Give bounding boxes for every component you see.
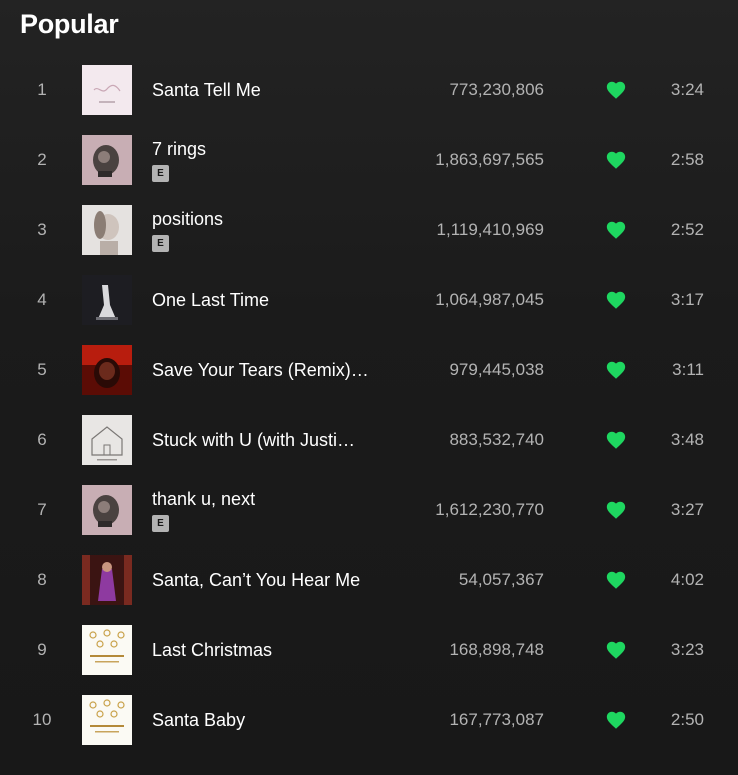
album-cover	[82, 485, 132, 535]
play-count: 1,863,697,565	[435, 150, 544, 169]
track-duration: 2:58	[670, 150, 704, 169]
explicit-badge: E	[152, 515, 169, 532]
album-cover	[82, 555, 132, 605]
track-row[interactable]: 7 thank u, next E 1,612,230,770 3:27	[0, 475, 738, 545]
play-count: 1,064,987,045	[435, 290, 544, 309]
play-count: 883,532,740	[449, 430, 544, 449]
explicit-badge: E	[152, 165, 169, 182]
liked-heart-icon[interactable]	[605, 499, 627, 521]
play-count: 167,773,087	[449, 710, 544, 729]
track-title[interactable]: Santa Tell Me	[152, 79, 392, 101]
track-number: 6	[37, 430, 47, 449]
track-duration: 2:52	[670, 220, 704, 239]
liked-heart-icon[interactable]	[605, 569, 627, 591]
track-title[interactable]: positions	[152, 208, 392, 230]
track-title[interactable]: Save Your Tears (Remix)…	[152, 359, 392, 381]
track-number: 9	[37, 640, 47, 659]
track-duration: 2:50	[670, 710, 704, 729]
track-duration: 3:27	[670, 500, 704, 519]
track-row[interactable]: 9 Last Christmas 168,898,748 3:23	[0, 615, 738, 685]
play-count: 773,230,806	[449, 80, 544, 99]
track-title[interactable]: 7 rings	[152, 138, 392, 160]
album-cover	[82, 135, 132, 185]
track-duration: 3:11	[672, 360, 704, 379]
track-title[interactable]: Last Christmas	[152, 639, 392, 661]
track-number: 3	[37, 220, 47, 239]
liked-heart-icon[interactable]	[605, 289, 627, 311]
album-cover	[82, 695, 132, 745]
track-title[interactable]: Stuck with U (with Justi…	[152, 429, 392, 451]
liked-heart-icon[interactable]	[605, 359, 627, 381]
play-count: 1,119,410,969	[436, 220, 544, 239]
album-cover	[82, 625, 132, 675]
track-number: 5	[37, 360, 47, 379]
track-number: 10	[32, 710, 52, 729]
track-row[interactable]: 2 7 rings E 1,863,697,565 2:58	[0, 125, 738, 195]
explicit-badge: E	[152, 235, 169, 252]
track-number: 8	[37, 570, 47, 589]
track-number: 7	[37, 500, 47, 519]
track-title[interactable]: One Last Time	[152, 289, 392, 311]
liked-heart-icon[interactable]	[605, 149, 627, 171]
track-duration: 3:24	[670, 80, 704, 99]
track-number: 1	[37, 80, 47, 99]
play-count: 979,445,038	[449, 360, 544, 379]
track-duration: 3:23	[670, 640, 704, 659]
album-cover	[82, 65, 132, 115]
liked-heart-icon[interactable]	[605, 709, 627, 731]
track-row[interactable]: 4 One Last Time 1,064,987,045 3:17	[0, 265, 738, 335]
section-title: Popular	[20, 9, 119, 39]
track-title[interactable]: Santa Baby	[152, 709, 392, 731]
track-title[interactable]: Santa, Can’t You Hear Me	[152, 569, 392, 591]
play-count: 1,612,230,770	[435, 500, 544, 519]
track-duration: 3:17	[670, 290, 704, 309]
liked-heart-icon[interactable]	[605, 429, 627, 451]
play-count: 168,898,748	[449, 640, 544, 659]
album-cover	[82, 345, 132, 395]
album-cover	[82, 415, 132, 465]
track-row[interactable]: 6 Stuck with U (with Justi… 883,532,740 …	[0, 405, 738, 475]
track-row[interactable]: 1 Santa Tell Me 773,230,806 3:24	[0, 55, 738, 125]
liked-heart-icon[interactable]	[605, 639, 627, 661]
popular-track-list: 1 Santa Tell Me 773,230,806 3:24 2 7 rin…	[0, 55, 738, 755]
album-cover	[82, 205, 132, 255]
track-number: 4	[37, 290, 47, 309]
play-count: 54,057,367	[458, 570, 544, 589]
track-row[interactable]: 10 Santa Baby 167,773,087 2:50	[0, 685, 738, 755]
track-number: 2	[37, 150, 47, 169]
track-duration: 3:48	[670, 430, 704, 449]
track-row[interactable]: 8 Santa, Can’t You Hear Me 54,057,367 4:…	[0, 545, 738, 615]
track-title[interactable]: thank u, next	[152, 488, 392, 510]
track-row[interactable]: 5 Save Your Tears (Remix)… 979,445,038 3…	[0, 335, 738, 405]
track-row[interactable]: 3 positions E 1,119,410,969 2:52	[0, 195, 738, 265]
liked-heart-icon[interactable]	[605, 79, 627, 101]
album-cover	[82, 275, 132, 325]
liked-heart-icon[interactable]	[605, 219, 627, 241]
track-duration: 4:02	[670, 570, 704, 589]
